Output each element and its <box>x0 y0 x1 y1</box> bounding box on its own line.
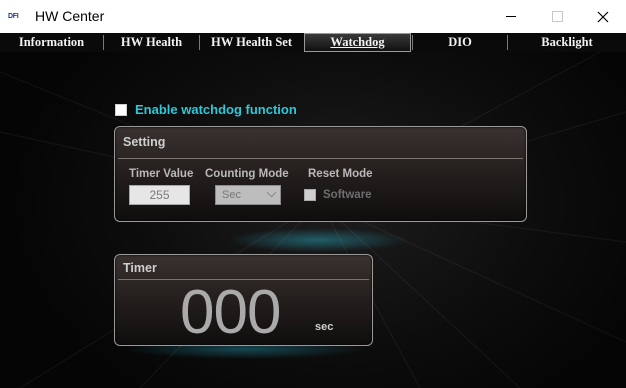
enable-watchdog-label: Enable watchdog function <box>135 102 297 117</box>
close-icon <box>597 11 609 22</box>
timer-unit: sec <box>315 321 334 333</box>
app-logo: DFI <box>8 13 19 20</box>
title-bar: DFI HW Center <box>0 0 626 33</box>
timer-value-label: Timer Value <box>129 168 194 180</box>
maximize-button[interactable] <box>534 0 580 33</box>
software-reset-option[interactable]: Software <box>304 188 372 202</box>
counting-mode-label: Counting Mode <box>205 168 289 180</box>
tab-label: Backlight <box>541 35 593 49</box>
minimize-button[interactable] <box>488 0 534 33</box>
maximize-icon <box>551 11 563 22</box>
enable-watchdog-option[interactable]: Enable watchdog function <box>115 102 297 118</box>
tab-label: HW Health <box>120 35 183 49</box>
tab-hw-health-set[interactable]: HW Health Set <box>200 33 303 52</box>
tab-label: DIO <box>448 35 472 49</box>
tab-dio[interactable]: DIO <box>413 33 507 52</box>
timer-title: Timer <box>123 261 157 275</box>
tab-label: Information <box>18 35 85 49</box>
timer-panel: Timer 000 sec <box>114 254 373 346</box>
tab-watchdog[interactable]: Watchdog <box>304 33 411 52</box>
watchdog-page: Enable watchdog function Setting Timer V… <box>0 52 626 388</box>
counting-mode-value: Sec <box>222 189 241 201</box>
timer-counter: 000 <box>180 278 281 347</box>
window-title: HW Center <box>35 8 105 24</box>
tab-information[interactable]: Information <box>0 33 103 52</box>
tab-bar: Information HW Health HW Health Set Watc… <box>0 33 626 52</box>
setting-title: Setting <box>123 135 166 149</box>
software-reset-checkbox[interactable] <box>304 189 316 201</box>
reset-mode-label: Reset Mode <box>308 168 373 180</box>
enable-watchdog-checkbox[interactable] <box>115 104 127 116</box>
tab-label: HW Health Set <box>210 35 293 49</box>
chevron-down-icon <box>266 187 277 198</box>
close-button[interactable] <box>580 0 626 33</box>
software-reset-label: Software <box>323 189 372 201</box>
tab-backlight[interactable]: Backlight <box>508 33 626 52</box>
tab-label: Watchdog <box>330 35 385 49</box>
timer-value-input[interactable]: 255 <box>129 185 190 205</box>
tab-hw-health[interactable]: HW Health <box>104 33 199 52</box>
setting-divider <box>118 158 523 159</box>
minimize-icon <box>506 16 516 17</box>
setting-panel: Setting Timer Value Counting Mode Reset … <box>114 126 527 222</box>
counting-mode-select[interactable]: Sec <box>215 185 281 205</box>
